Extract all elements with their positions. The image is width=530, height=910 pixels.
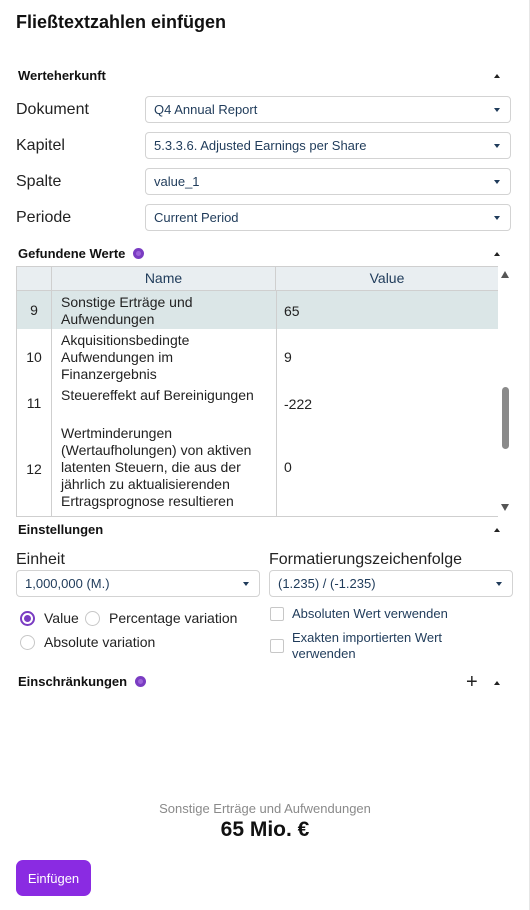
header-index [17,267,52,290]
table-header: Name Value [17,267,498,291]
scroll-down-icon[interactable] [501,504,509,511]
chapter-select-value: 5.3.3.6. Adjusted Earnings per Share [154,138,367,153]
add-constraint-icon[interactable]: + [466,672,478,692]
checkbox-absolute-value[interactable] [270,607,284,621]
field-label-chapter: Kapitel [16,137,65,154]
table-row[interactable]: 12 Wertminderungen (Wertaufholungen) von… [17,422,498,516]
section-constraints-label: Einschränkungen [18,674,128,689]
field-label-period: Periode [16,209,72,226]
scroll-up-icon[interactable] [501,271,509,278]
column-divider [276,291,277,329]
chevron-down-icon [494,144,500,148]
row-value: -222 [284,396,313,412]
period-select-value: Current Period [154,210,239,225]
row-name: Akquisitionsbedingte Aufwendungen im Fin… [61,332,190,382]
collapse-constraints-icon[interactable] [494,681,500,685]
section-settings-heading[interactable]: Einstellungen [18,522,103,537]
table-scrollbar[interactable] [498,266,512,515]
column-select-value: value_1 [154,174,200,189]
info-icon[interactable] [135,676,147,687]
row-value: 9 [284,349,292,365]
document-select-value: Q4 Annual Report [154,102,258,117]
section-found-label: Gefundene Werte [18,246,126,261]
document-select[interactable]: Q4 Annual Report [145,96,511,123]
section-constraints-heading[interactable]: Einschränkungen [18,674,147,689]
chevron-down-icon [496,582,502,586]
info-icon[interactable] [133,248,145,259]
radio-percentage-variation[interactable] [85,611,100,626]
collapse-settings-icon[interactable] [494,528,500,532]
scrollbar-thumb[interactable] [502,387,509,449]
row-index: 11 [17,384,52,422]
column-divider [276,422,277,516]
row-name: Sonstige Erträge und Aufwendungen [61,294,193,327]
chevron-down-icon [494,108,500,112]
column-select[interactable]: value_1 [145,168,511,195]
field-label-document: Dokument [16,101,89,118]
header-value[interactable]: Value [276,267,498,290]
row-name: Wertminderungen (Wertaufholungen) von ak… [61,425,252,509]
checkbox-exact-label-1[interactable]: Exakten importierten Wert [292,630,442,646]
column-divider [276,329,277,384]
format-select[interactable]: (1.235) / (-1.235) [269,570,513,597]
row-index: 12 [17,422,52,516]
chevron-down-icon [494,216,500,220]
checkbox-absolute-label[interactable]: Absoluten Wert verwenden [292,606,448,622]
unit-select-value: 1,000,000 (M.) [25,576,110,591]
table-row[interactable]: 9 Sonstige Erträge und Aufwendungen 65 [17,291,498,329]
preview-value: 65 Mio. € [220,818,310,841]
chevron-down-icon [243,582,249,586]
unit-select[interactable]: 1,000,000 (M.) [16,570,260,597]
radio-value[interactable] [20,611,35,626]
header-name[interactable]: Name [52,267,276,290]
unit-label: Einheit [16,551,65,568]
period-select[interactable]: Current Period [145,204,511,231]
found-values-table: Name Value 9 Sonstige Erträge und Aufwen… [16,266,498,517]
collapse-found-icon[interactable] [494,252,500,256]
radio-absolute-label[interactable]: Absolute variation [44,634,155,650]
row-name: Steuereffekt auf Bereinigungen [61,387,254,403]
chapter-select[interactable]: 5.3.3.6. Adjusted Earnings per Share [145,132,511,159]
checkbox-exact-label-2[interactable]: verwenden [292,646,356,662]
format-select-value: (1.235) / (-1.235) [278,576,376,591]
section-found-heading[interactable]: Gefundene Werte [18,246,145,261]
checkbox-exact-value[interactable] [270,639,284,653]
row-index: 10 [17,329,52,384]
insert-button[interactable]: Einfügen [16,860,91,896]
section-settings-label: Einstellungen [18,522,104,537]
chevron-down-icon [494,180,500,184]
row-index: 9 [17,291,52,329]
section-source-label: Werteherkunft [18,68,106,83]
radio-absolute-variation[interactable] [20,635,35,650]
table-row[interactable]: 10 Akquisitionsbedingte Aufwendungen im … [17,329,498,384]
section-source-heading[interactable]: Werteherkunft [18,68,106,83]
radio-percentage-label[interactable]: Percentage variation [109,610,237,626]
radio-value-label[interactable]: Value [44,610,79,626]
table-row[interactable]: 11 Steuereffekt auf Bereinigungen -222 [17,384,498,422]
collapse-source-icon[interactable] [494,74,500,78]
preview-label: Sonstige Erträge und Aufwendungen [159,801,371,816]
page-title: Fließtextzahlen einfügen [16,12,227,32]
field-label-column: Spalte [16,173,62,190]
row-value: 0 [284,459,292,475]
format-label: Formatierungszeichenfolge [269,551,462,568]
column-divider [276,384,277,422]
row-value: 65 [284,303,300,319]
